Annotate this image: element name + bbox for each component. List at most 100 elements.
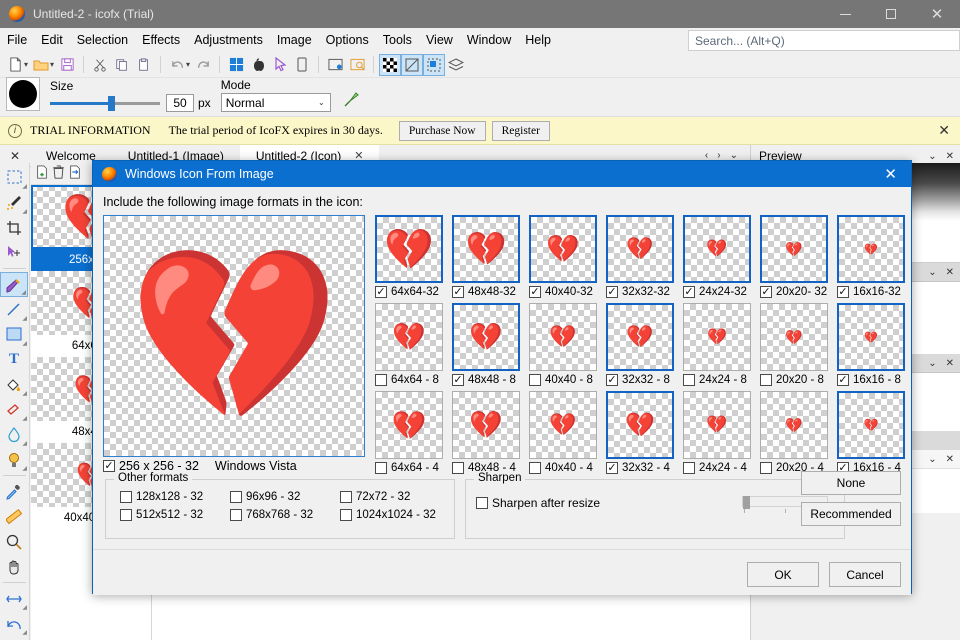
windows-icon[interactable] xyxy=(225,54,247,76)
format-thumbnail[interactable]: 💔 xyxy=(683,391,751,459)
format-thumbnail[interactable]: 💔 xyxy=(760,303,828,371)
paint-bucket-icon[interactable]: ◢ xyxy=(0,372,28,397)
format-thumbnail[interactable]: 💔 xyxy=(760,391,828,459)
format-thumbnail[interactable]: 💔 xyxy=(683,215,751,283)
color-panel-close-icon[interactable]: ✕ xyxy=(946,267,954,278)
preview-collapse-icon[interactable]: ⌄ xyxy=(928,151,936,162)
extract-icon[interactable] xyxy=(346,54,368,76)
menu-item-options[interactable]: Options xyxy=(319,30,376,50)
brush-panel-collapse-icon[interactable]: ⌄ xyxy=(928,358,936,369)
close-document-button[interactable]: ✕ xyxy=(0,149,30,163)
register-button[interactable]: Register xyxy=(491,120,550,141)
format-cell[interactable]: 💔 20x20- 32 xyxy=(760,215,828,298)
format-cell[interactable]: 💔 48x48 - 4 xyxy=(452,391,520,474)
format-checkbox[interactable] xyxy=(683,462,695,474)
format-checkbox-row[interactable]: 32x32-32 xyxy=(606,286,674,298)
format-thumbnail[interactable]: 💔 xyxy=(606,303,674,371)
format-cell[interactable]: 💔 16x16-32 xyxy=(837,215,905,298)
format-checkbox-row[interactable]: 40x40-32 xyxy=(529,286,597,298)
format-thumbnail[interactable]: 💔 xyxy=(837,391,905,459)
menu-item-selection[interactable]: Selection xyxy=(70,30,135,50)
water-drop-icon[interactable]: ◢ xyxy=(0,422,28,447)
recommended-button[interactable]: Recommended xyxy=(801,502,901,526)
brush-preview-swatch[interactable] xyxy=(6,77,40,111)
format-checkbox-row[interactable]: 24x24-32 xyxy=(683,286,751,298)
new-file-icon[interactable] xyxy=(4,54,26,76)
color-panel-collapse-icon[interactable]: ⌄ xyxy=(928,267,936,278)
format-checkbox-row[interactable]: 24x24 - 4 xyxy=(683,462,751,474)
eraser-icon[interactable]: ◢ xyxy=(0,397,28,422)
format-thumbnail[interactable]: 💔 xyxy=(760,215,828,283)
menu-item-file[interactable]: File xyxy=(0,30,34,50)
format-checkbox[interactable] xyxy=(760,286,772,298)
format-thumbnail[interactable]: 💔 xyxy=(375,215,443,283)
format-checkbox-row[interactable]: 48x48 - 8 xyxy=(452,374,520,386)
ok-button[interactable]: OK xyxy=(747,562,819,587)
format-cell[interactable]: 💔 32x32-32 xyxy=(606,215,674,298)
shapes-panel-close-icon[interactable]: ✕ xyxy=(946,454,954,465)
format-cell[interactable]: 💔 64x64-32 xyxy=(375,215,443,298)
format-cell[interactable]: 💔 16x16 - 8 xyxy=(837,303,905,386)
size-input[interactable]: 50 xyxy=(166,94,194,112)
format-checkbox[interactable] xyxy=(760,374,772,386)
format-checkbox[interactable] xyxy=(760,462,772,474)
format-thumbnail[interactable]: 💔 xyxy=(452,303,520,371)
other-format-item[interactable]: 72x72 - 32 xyxy=(340,491,450,503)
open-file-icon[interactable] xyxy=(30,54,52,76)
sharpen-slider-knob[interactable] xyxy=(743,496,750,509)
flip-horizontal-icon[interactable]: ◢ xyxy=(0,586,28,611)
format-thumbnail[interactable]: 💔 xyxy=(375,303,443,371)
format-cell[interactable]: 💔 48x48-32 xyxy=(452,215,520,298)
cursor-icon[interactable] xyxy=(269,54,291,76)
format-cell[interactable]: 💔 40x40 - 8 xyxy=(529,303,597,386)
none-button[interactable]: None xyxy=(801,471,901,495)
format-checkbox-row[interactable]: 24x24 - 8 xyxy=(683,374,751,386)
move-selection-icon[interactable] xyxy=(0,240,28,265)
format-thumbnail[interactable]: 💔 xyxy=(529,303,597,371)
selection-overlay-icon[interactable] xyxy=(423,53,446,76)
undo-icon[interactable] xyxy=(166,54,188,76)
magic-wand-icon[interactable]: ◢ xyxy=(0,190,28,215)
format-cell[interactable]: 💔 24x24 - 4 xyxy=(683,391,751,474)
transparency-icon[interactable] xyxy=(401,53,424,76)
other-format-checkbox[interactable] xyxy=(340,491,352,503)
format-cell[interactable]: 💔 40x40-32 xyxy=(529,215,597,298)
format-thumbnail[interactable]: 💔 xyxy=(683,303,751,371)
format-cell[interactable]: 💔 20x20 - 4 xyxy=(760,391,828,474)
rotate-icon[interactable]: ◢ xyxy=(0,611,28,636)
format-checkbox[interactable] xyxy=(452,374,464,386)
other-format-checkbox[interactable] xyxy=(230,509,242,521)
other-format-checkbox[interactable] xyxy=(340,509,352,521)
paintbrush-icon[interactable]: ◢ xyxy=(0,272,28,297)
checker-background-icon[interactable] xyxy=(379,53,402,76)
format-cell[interactable]: 💔 24x24-32 xyxy=(683,215,751,298)
other-format-item[interactable]: 128x128 - 32 xyxy=(120,491,230,503)
format-cell[interactable]: 💔 32x32 - 4 xyxy=(606,391,674,474)
format-checkbox[interactable] xyxy=(606,374,618,386)
format-thumbnail[interactable]: 💔 xyxy=(606,391,674,459)
format-checkbox-row[interactable]: 16x16-32 xyxy=(837,286,905,298)
export-frame-icon[interactable] xyxy=(68,165,82,182)
other-format-item[interactable]: 512x512 - 32 xyxy=(120,509,230,521)
format-cell[interactable]: 💔 64x64 - 4 xyxy=(375,391,443,474)
format-thumbnail[interactable]: 💔 xyxy=(375,391,443,459)
format-checkbox-row[interactable]: 64x64-32 xyxy=(375,286,443,298)
format-checkbox[interactable] xyxy=(606,286,618,298)
format-cell[interactable]: 💔 64x64 - 8 xyxy=(375,303,443,386)
preview-close-icon[interactable]: ✕ xyxy=(946,151,954,162)
other-format-checkbox[interactable] xyxy=(120,509,132,521)
other-format-checkbox[interactable] xyxy=(230,491,242,503)
rectangle-shape-icon[interactable]: ◢ xyxy=(0,322,28,347)
format-checkbox[interactable] xyxy=(683,286,695,298)
other-format-item[interactable]: 768x768 - 32 xyxy=(230,509,340,521)
format-checkbox-row[interactable]: 40x40 - 4 xyxy=(529,462,597,474)
add-frame-icon[interactable] xyxy=(35,165,49,182)
menu-item-view[interactable]: View xyxy=(419,30,460,50)
format-checkbox-row[interactable]: 48x48-32 xyxy=(452,286,520,298)
cancel-button[interactable]: Cancel xyxy=(829,562,901,587)
close-trial-bar-button[interactable]: ✕ xyxy=(938,122,950,139)
redo-icon[interactable] xyxy=(192,54,214,76)
purchase-now-button[interactable]: Purchase Now xyxy=(398,120,486,141)
format-cell[interactable]: 💔 24x24 - 8 xyxy=(683,303,751,386)
format-thumbnail[interactable]: 💔 xyxy=(452,391,520,459)
